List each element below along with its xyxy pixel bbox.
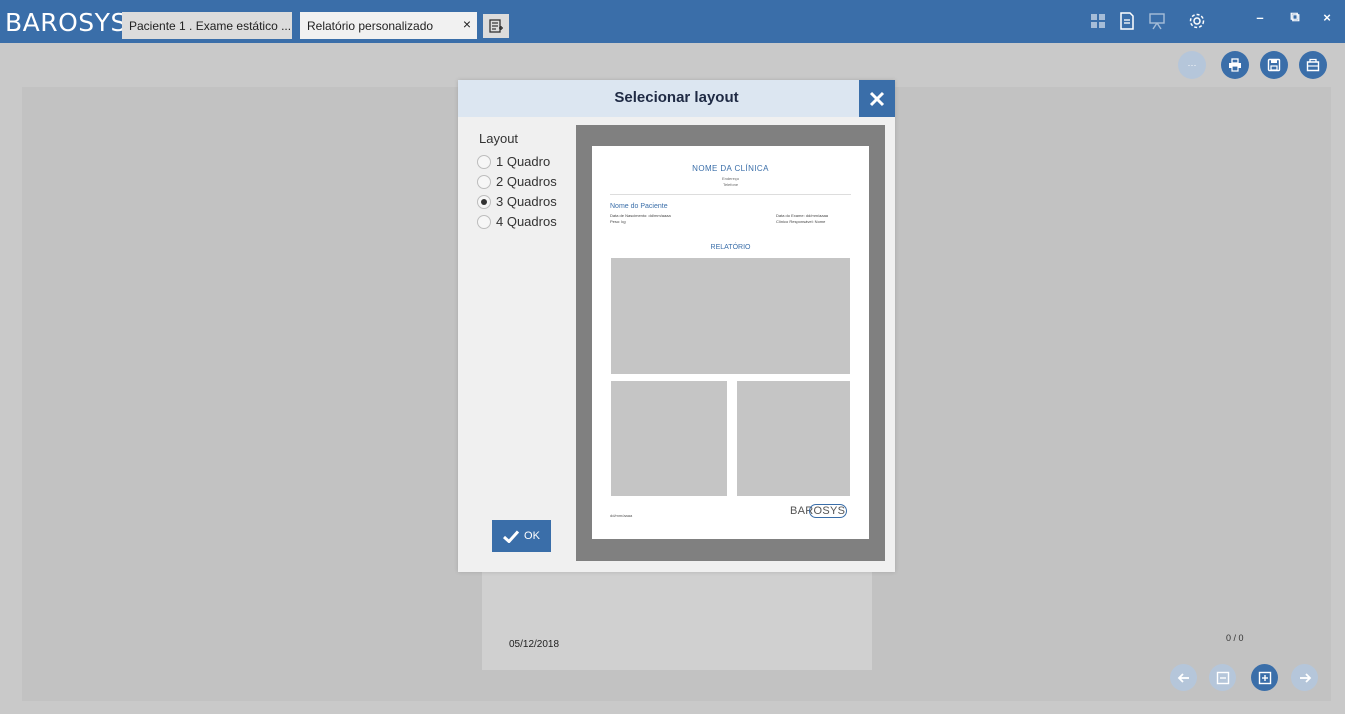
- save-button[interactable]: [1260, 51, 1288, 79]
- more-options-button[interactable]: ···: [1178, 51, 1206, 79]
- next-page-button[interactable]: [1291, 664, 1318, 691]
- radio-4-quadros[interactable]: 4 Quadros: [477, 214, 557, 229]
- restore-button[interactable]: ⧉: [1280, 6, 1310, 28]
- layout-label: Layout: [479, 131, 519, 146]
- app-logo: BAROSYS: [5, 6, 127, 38]
- ok-label: OK: [524, 530, 540, 542]
- preview-weight: Peso: kg: [610, 219, 626, 224]
- ok-button[interactable]: OK: [492, 520, 551, 552]
- tab-close-button[interactable]: ×: [463, 16, 471, 32]
- print-button[interactable]: [1221, 51, 1249, 79]
- export-button[interactable]: [1299, 51, 1327, 79]
- preview-patient-name: Nome do Paciente: [610, 203, 668, 210]
- presentation-icon[interactable]: [1146, 10, 1168, 32]
- preview-address: Endereço: [721, 176, 740, 181]
- report-date: 05/12/2018: [509, 639, 560, 650]
- close-icon: [869, 91, 885, 106]
- radio-label: 3 Quadros: [496, 194, 557, 209]
- radio-label: 2 Quadros: [496, 174, 557, 189]
- zoom-in-button[interactable]: [1251, 664, 1278, 691]
- arrow-right-icon: [1299, 672, 1311, 683]
- tab-custom-report[interactable]: Relatório personalizado ×: [300, 12, 477, 39]
- tab-label: Relatório personalizado: [307, 18, 434, 33]
- print-icon: [1229, 58, 1241, 72]
- dialog-header: Selecionar layout: [458, 80, 895, 117]
- minimize-button[interactable]: –: [1245, 6, 1275, 28]
- arrow-left-icon: [1177, 672, 1189, 683]
- preview-clinic-name: NOME DA CLÍNICA: [692, 164, 769, 173]
- checkmark-icon: [503, 529, 520, 543]
- dashboard-icon[interactable]: [1087, 10, 1109, 32]
- preview-responsible: Clínico Responsável: Nome: [776, 219, 826, 224]
- dialog-title: Selecionar layout: [614, 89, 739, 106]
- preview-frame-small-right: [737, 381, 850, 496]
- close-window-button[interactable]: ×: [1312, 6, 1342, 28]
- radio-button-checked[interactable]: [477, 194, 491, 209]
- preview-phone: Telefone: [722, 182, 739, 187]
- preview-frame-small-left: [611, 381, 727, 496]
- previous-page-button[interactable]: [1170, 664, 1197, 691]
- select-layout-dialog: Selecionar layout Layout 1 Quadro 2 Quad…: [458, 80, 895, 572]
- preview-frame-large: [611, 258, 850, 374]
- zoom-out-button[interactable]: [1209, 664, 1236, 691]
- minus-square-icon: [1216, 671, 1229, 684]
- layout-preview-page: NOME DA CLÍNICA Endereço Telefone Nome d…: [592, 146, 869, 539]
- radio-button[interactable]: [477, 174, 491, 189]
- preview-logo: BAROSYS: [790, 504, 847, 518]
- new-report-tab-button[interactable]: [483, 14, 509, 38]
- radio-3-quadros[interactable]: 3 Quadros: [477, 194, 557, 209]
- radio-label: 1 Quadro: [496, 154, 551, 169]
- add-document-icon: [489, 19, 503, 33]
- radio-button[interactable]: [477, 154, 491, 169]
- document-icon[interactable]: [1116, 10, 1138, 32]
- plus-square-icon: [1258, 671, 1271, 684]
- save-icon: [1267, 58, 1281, 72]
- more-icon: ···: [1187, 60, 1197, 70]
- preview-report-title: RELATÓRIO: [710, 244, 751, 251]
- preview-logo-ring: [809, 504, 847, 518]
- preview-footer-date: dd/mm/aaaa: [610, 513, 633, 518]
- report-page: [482, 560, 872, 670]
- tab-patient-exam[interactable]: Paciente 1 . Exame estático ...: [122, 12, 292, 39]
- tab-label: Paciente 1 . Exame estático ...: [129, 18, 292, 33]
- export-icon: [1306, 58, 1320, 72]
- radio-button[interactable]: [477, 214, 491, 229]
- radio-2-quadros[interactable]: 2 Quadros: [477, 174, 557, 189]
- dialog-close-button[interactable]: [859, 80, 895, 117]
- preview-divider: [610, 194, 851, 195]
- layout-preview-frame: NOME DA CLÍNICA Endereço Telefone Nome d…: [576, 125, 885, 561]
- page-counter: 0 / 0: [1226, 633, 1244, 643]
- radio-1-quadro[interactable]: 1 Quadro: [477, 154, 550, 169]
- title-bar: BAROSYS Paciente 1 . Exame estático ... …: [0, 0, 1345, 43]
- radio-label: 4 Quadros: [496, 214, 557, 229]
- app-logo-text: BAROSYS: [5, 7, 127, 37]
- settings-icon[interactable]: [1186, 10, 1208, 32]
